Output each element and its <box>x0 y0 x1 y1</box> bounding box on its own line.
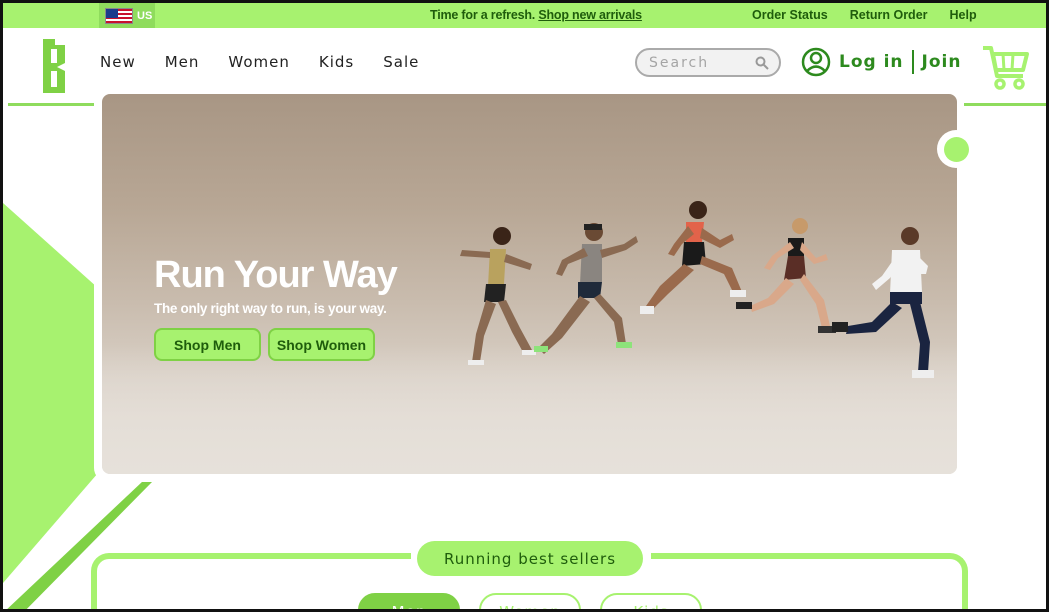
us-flag-icon <box>105 7 133 24</box>
main-nav: New Men Women Kids Sale <box>100 53 419 71</box>
return-order-link[interactable]: Return Order <box>850 8 928 22</box>
help-link[interactable]: Help <box>950 8 977 22</box>
promo-text: Time for a refresh. <box>430 8 536 22</box>
hero-title: Run Your Way <box>154 254 398 296</box>
utility-links: Order Status Return Order Help <box>752 8 977 22</box>
tab-women[interactable]: Women <box>479 593 581 609</box>
join-link[interactable]: Join <box>922 52 962 72</box>
cart-icon[interactable] <box>981 42 1029 92</box>
user-icon[interactable] <box>801 47 831 77</box>
search-icon[interactable] <box>755 56 769 70</box>
carousel-indicator[interactable] <box>944 137 969 162</box>
divider <box>911 50 914 74</box>
shop-new-arrivals-link[interactable]: Shop new arrivals <box>538 8 642 22</box>
account-area: Log in Join <box>801 47 961 77</box>
login-link[interactable]: Log in <box>839 52 904 72</box>
header-rule-left <box>8 103 96 106</box>
shop-men-button[interactable]: Shop Men <box>154 328 261 361</box>
search-input[interactable] <box>649 54 749 71</box>
region-label: US <box>137 9 153 22</box>
order-status-link[interactable]: Order Status <box>752 8 828 22</box>
nav-item-new[interactable]: New <box>100 53 136 71</box>
nav-item-sale[interactable]: Sale <box>383 53 419 71</box>
best-sellers-title: Running best sellers <box>417 541 643 576</box>
hero-banner: Run Your Way The only right way to run, … <box>102 94 957 474</box>
page: US Time for a refresh. Shop new arrivals… <box>0 0 1049 612</box>
runners-image <box>460 201 934 378</box>
shop-women-button[interactable]: Shop Women <box>268 328 375 361</box>
tab-men[interactable]: Men <box>358 593 460 609</box>
tab-kids[interactable]: Kids <box>600 593 702 609</box>
region-selector[interactable]: US <box>99 3 155 28</box>
brand-logo-icon[interactable] <box>41 37 67 95</box>
hero-subtitle: The only right way to run, is your way. <box>154 301 387 316</box>
nav-item-men[interactable]: Men <box>165 53 200 71</box>
nav-item-women[interactable]: Women <box>228 53 289 71</box>
search-box <box>635 48 781 77</box>
promo-bar: US Time for a refresh. Shop new arrivals… <box>3 3 1046 28</box>
header-rule-right <box>963 103 1046 106</box>
promo-message: Time for a refresh. Shop new arrivals <box>430 8 642 22</box>
nav-item-kids[interactable]: Kids <box>319 53 354 71</box>
